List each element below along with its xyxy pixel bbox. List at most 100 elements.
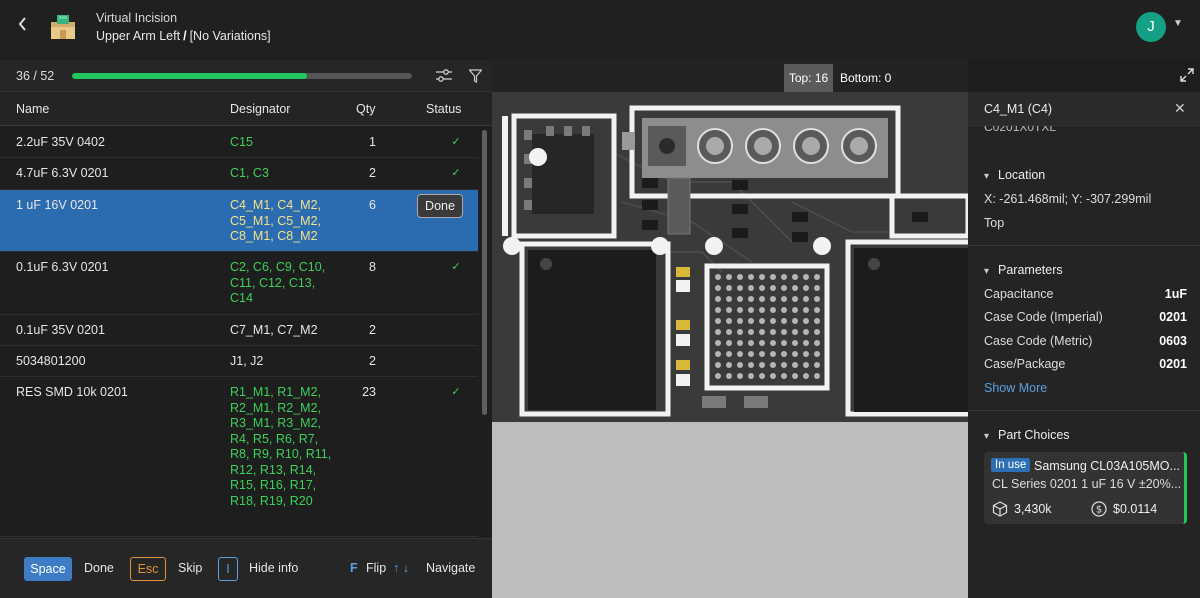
bga-ball <box>748 329 754 335</box>
bga-ball <box>748 373 754 379</box>
bga-ball <box>781 318 787 324</box>
table-scrollbar[interactable] <box>482 130 487 415</box>
close-icon[interactable]: ✕ <box>1174 100 1186 117</box>
check-icon: ✓ <box>451 136 461 148</box>
stock-value: 3,430k <box>1014 502 1052 516</box>
progress-bar-row: 36 / 52 <box>0 60 492 92</box>
table-row[interactable]: 0.1uF 6.3V 0201 C2, C6, C9, C10, C11, C1… <box>0 252 478 315</box>
param-value: 0201 <box>1159 357 1187 371</box>
bga-ball <box>726 340 732 346</box>
table-header: Name Designator Qty Status <box>0 92 492 126</box>
bga-ball <box>814 318 820 324</box>
row-designator: C2, C6, C9, C10, C11, C12, C13, C14 <box>230 260 326 305</box>
table-row-selected[interactable]: 1 uF 16V 0201 C4_M1, C4_M2, C5_M1, C5_M2… <box>0 190 478 252</box>
bga-ball <box>792 351 798 357</box>
bga-ball <box>781 340 787 346</box>
progress-track <box>72 73 412 79</box>
table-row[interactable]: 4.7uF 6.3V 0201 C1, C3 2 ✓ <box>0 158 478 190</box>
space-label: Done <box>84 561 114 575</box>
bga-ball <box>737 373 743 379</box>
bga-ball <box>814 296 820 302</box>
param-value: 1uF <box>1164 287 1187 301</box>
filter-icon[interactable] <box>469 69 482 83</box>
sliders-icon[interactable] <box>436 69 452 83</box>
back-arrow-icon[interactable] <box>12 16 34 38</box>
package-icon <box>992 501 1008 517</box>
bga-ball <box>748 340 754 346</box>
check-icon: ✓ <box>451 386 461 398</box>
location-coords: X: -261.468mil; Y: -307.299mil <box>984 192 1152 206</box>
col-status[interactable]: Status <box>426 102 461 116</box>
divider <box>968 410 1200 411</box>
bga-ball <box>715 351 721 357</box>
bga-ball <box>715 329 721 335</box>
bga-ball <box>748 307 754 313</box>
bga-ball <box>737 274 743 280</box>
part-choices-section-toggle[interactable]: ▾ Part Choices <box>984 428 1070 442</box>
bga-ball <box>726 285 732 291</box>
bga-ball <box>803 307 809 313</box>
esc-key[interactable]: Esc <box>130 557 166 581</box>
bga-ball <box>759 362 765 368</box>
i-label: Hide info <box>249 561 299 575</box>
location-section-toggle[interactable]: ▾ Location <box>984 168 1045 182</box>
col-qty[interactable]: Qty <box>356 102 375 116</box>
bga-ball <box>803 362 809 368</box>
col-designator[interactable]: Designator <box>230 102 290 116</box>
variation-name: [No Variations] <box>189 29 271 43</box>
stock-info: 3,430k <box>992 501 1052 517</box>
bga-ball <box>792 296 798 302</box>
row-designator: J1, J2 <box>230 354 264 368</box>
bga-ball <box>781 285 787 291</box>
param-value: 0603 <box>1159 334 1187 348</box>
i-key[interactable]: I <box>218 557 238 581</box>
tab-bottom[interactable]: Bottom: 0 <box>840 64 891 92</box>
f-key[interactable]: F <box>350 561 358 575</box>
row-name: 4.7uF 6.3V 0201 <box>16 166 109 180</box>
assembly-breadcrumb[interactable]: Upper Arm Left / [No Variations] <box>96 29 271 43</box>
bga-ball <box>737 329 743 335</box>
bga-ball <box>814 351 820 357</box>
table-row[interactable]: 2.2uF 35V 0402 C15 1 ✓ <box>0 127 478 158</box>
bga-ball <box>715 285 721 291</box>
bga-ball <box>715 307 721 313</box>
bga-ball <box>759 329 765 335</box>
parameters-section-toggle[interactable]: ▾ Parameters <box>984 263 1063 277</box>
shortcut-bar: Space Done Esc Skip I Hide info F Flip ↑… <box>0 538 492 598</box>
table-row[interactable]: 0.1uF 35V 0201 C7_M1, C7_M2 2 <box>0 315 478 346</box>
tab-top[interactable]: Top: 16 <box>784 64 833 92</box>
price-value: $0.0114 <box>1113 502 1158 516</box>
part-detail-panel: C0201X0TXL C4_M1 (C4) ✕ ▾ Location X: -26… <box>968 92 1200 598</box>
row-designator: C15 <box>230 135 253 149</box>
bga-ball <box>792 362 798 368</box>
progress-count: 36 / 52 <box>16 69 55 83</box>
table-row[interactable]: 5034801200 J1, J2 2 <box>0 346 478 377</box>
row-qty: 23 <box>362 385 376 399</box>
part-choice-card[interactable]: In use Samsung CL03A105MO... CL Series 0… <box>984 452 1187 524</box>
check-icon: ✓ <box>451 167 461 179</box>
user-avatar[interactable]: J <box>1136 12 1166 42</box>
bga-ball <box>770 274 776 280</box>
bga-ball <box>715 318 721 324</box>
table-row[interactable]: RES SMD 10k 0201 R1_M1, R1_M2, R2_M1, R2… <box>0 377 478 537</box>
box-logo-icon <box>51 15 75 39</box>
location-heading: Location <box>998 168 1046 182</box>
detail-title: C4_M1 (C4) <box>984 102 1053 116</box>
row-name: 0.1uF 6.3V 0201 <box>16 260 109 274</box>
pcb-viewer[interactable]: Top: 16 Bottom: 0 <box>492 60 968 598</box>
space-key[interactable]: Space <box>24 557 72 581</box>
caret-down-icon[interactable]: ▼ <box>1173 18 1183 29</box>
bga-ball <box>737 340 743 346</box>
expand-icon[interactable] <box>1180 68 1194 82</box>
row-designator: C7_M1, C7_M2 <box>230 323 318 337</box>
pcb-board-image[interactable] <box>492 92 968 598</box>
bga-ball <box>759 340 765 346</box>
bga-ball <box>759 373 765 379</box>
bga-ball <box>726 329 732 335</box>
show-more-link[interactable]: Show More <box>984 381 1047 395</box>
assembly-name: Upper Arm Left <box>96 29 181 43</box>
bga-ball <box>781 329 787 335</box>
done-button[interactable]: Done <box>417 194 463 218</box>
col-name[interactable]: Name <box>16 102 49 116</box>
arrow-keys[interactable]: ↑ ↓ <box>393 561 409 575</box>
